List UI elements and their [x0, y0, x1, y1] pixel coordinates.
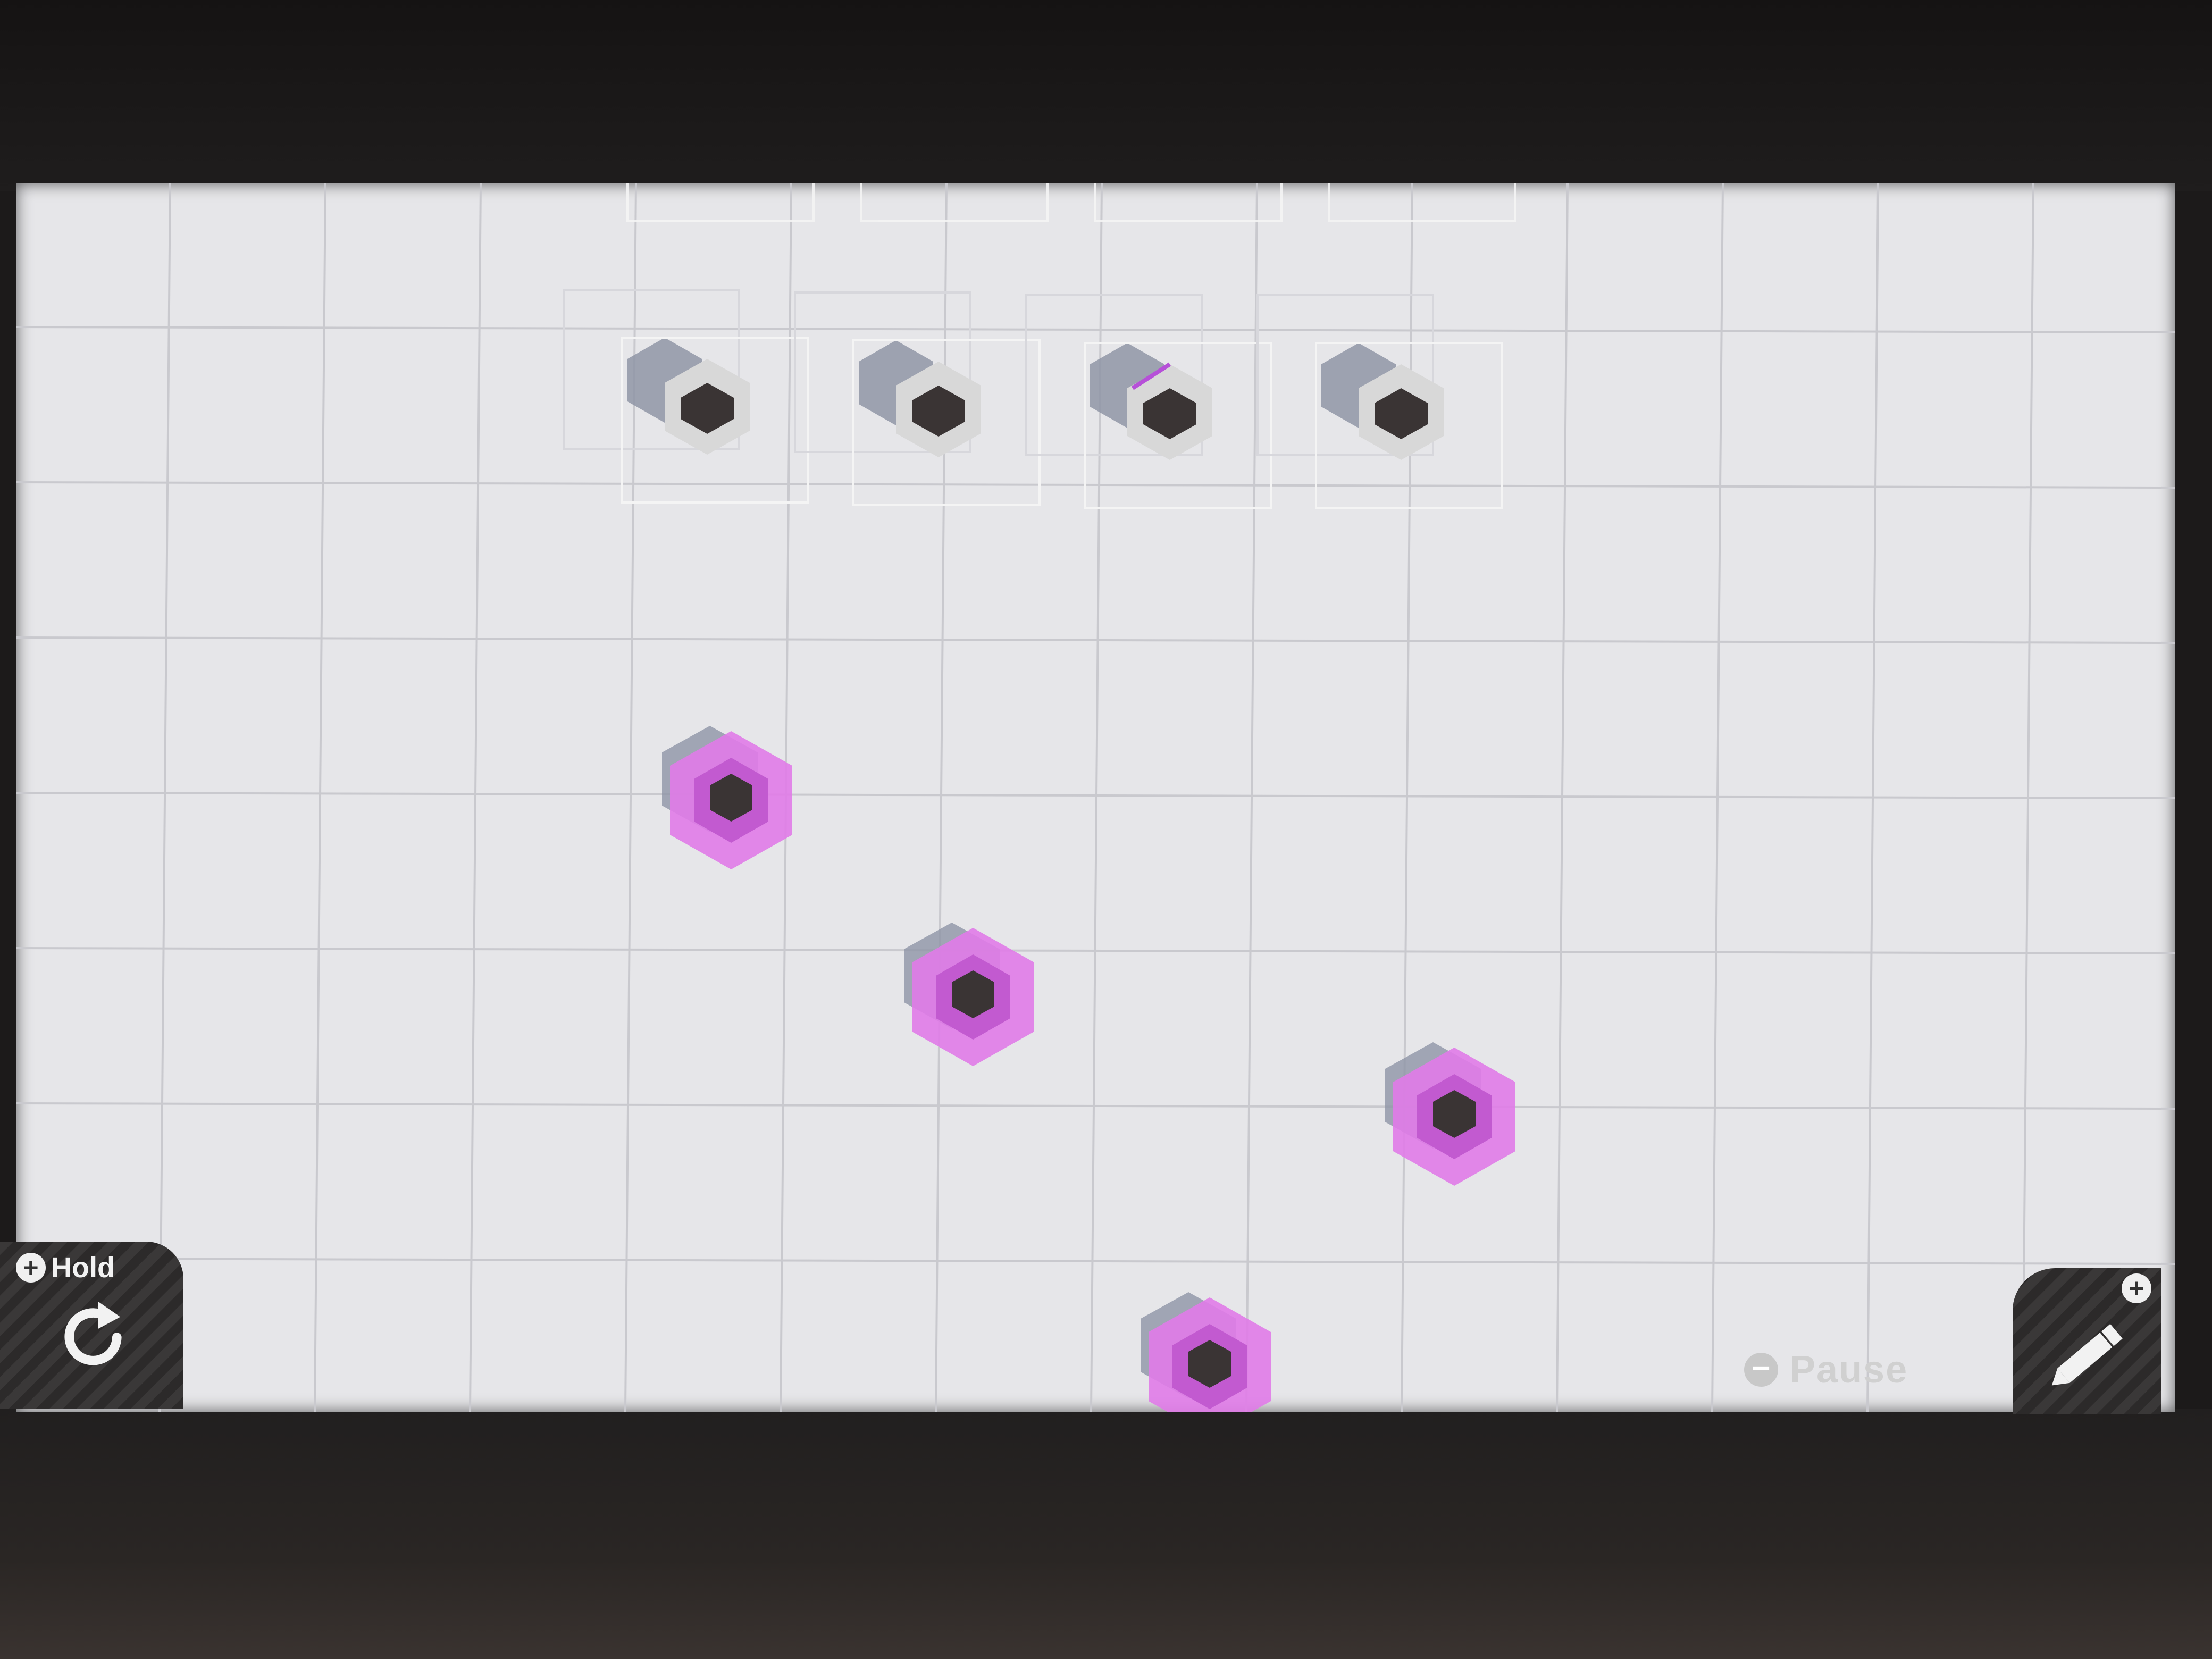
grid-line-horizontal: [16, 1102, 2175, 1110]
piece-queue: [563, 183, 1516, 509]
queue-piece-1: [563, 289, 809, 504]
pause-button[interactable]: − Pause: [1744, 1348, 1908, 1392]
active-piece-1: [662, 726, 792, 869]
queue-piece-4: [1256, 294, 1503, 509]
grid-line-horizontal: [16, 1258, 2175, 1265]
active-pieces: [662, 726, 1515, 1412]
game-field[interactable]: [16, 183, 2175, 1412]
grid-line-horizontal: [16, 792, 2175, 799]
grid-line-vertical: [1245, 183, 1258, 1412]
active-piece-2: [904, 923, 1034, 1066]
queue-top-wireframes: [626, 183, 1516, 222]
grid-line-vertical: [158, 183, 171, 1412]
pencil-icon: [2051, 1323, 2123, 1386]
grid-line-horizontal: [16, 481, 2175, 489]
plus-button-icon: +: [16, 1253, 46, 1283]
device-bezel-top: [0, 0, 2212, 191]
rotate-icon: [64, 1301, 122, 1365]
active-piece-4: [1141, 1292, 1271, 1412]
hold-button[interactable]: + Hold: [0, 1242, 183, 1409]
grid-line-horizontal: [16, 326, 2175, 333]
queue-piece-2: [794, 291, 1041, 506]
pause-label: Pause: [1790, 1348, 1908, 1391]
device-bezel-bottom: [0, 1409, 2212, 1659]
game-screen[interactable]: [16, 183, 2175, 1412]
hold-label-row: + Hold: [16, 1251, 115, 1284]
grid-line-horizontal: [16, 636, 2175, 644]
queue-piece-3: [1025, 294, 1272, 509]
plus-button-icon: +: [2122, 1273, 2151, 1303]
hold-label: Hold: [51, 1252, 115, 1284]
minus-button-icon: −: [1744, 1352, 1778, 1387]
grid-line-vertical: [314, 183, 326, 1412]
grid-line-vertical: [469, 183, 482, 1412]
